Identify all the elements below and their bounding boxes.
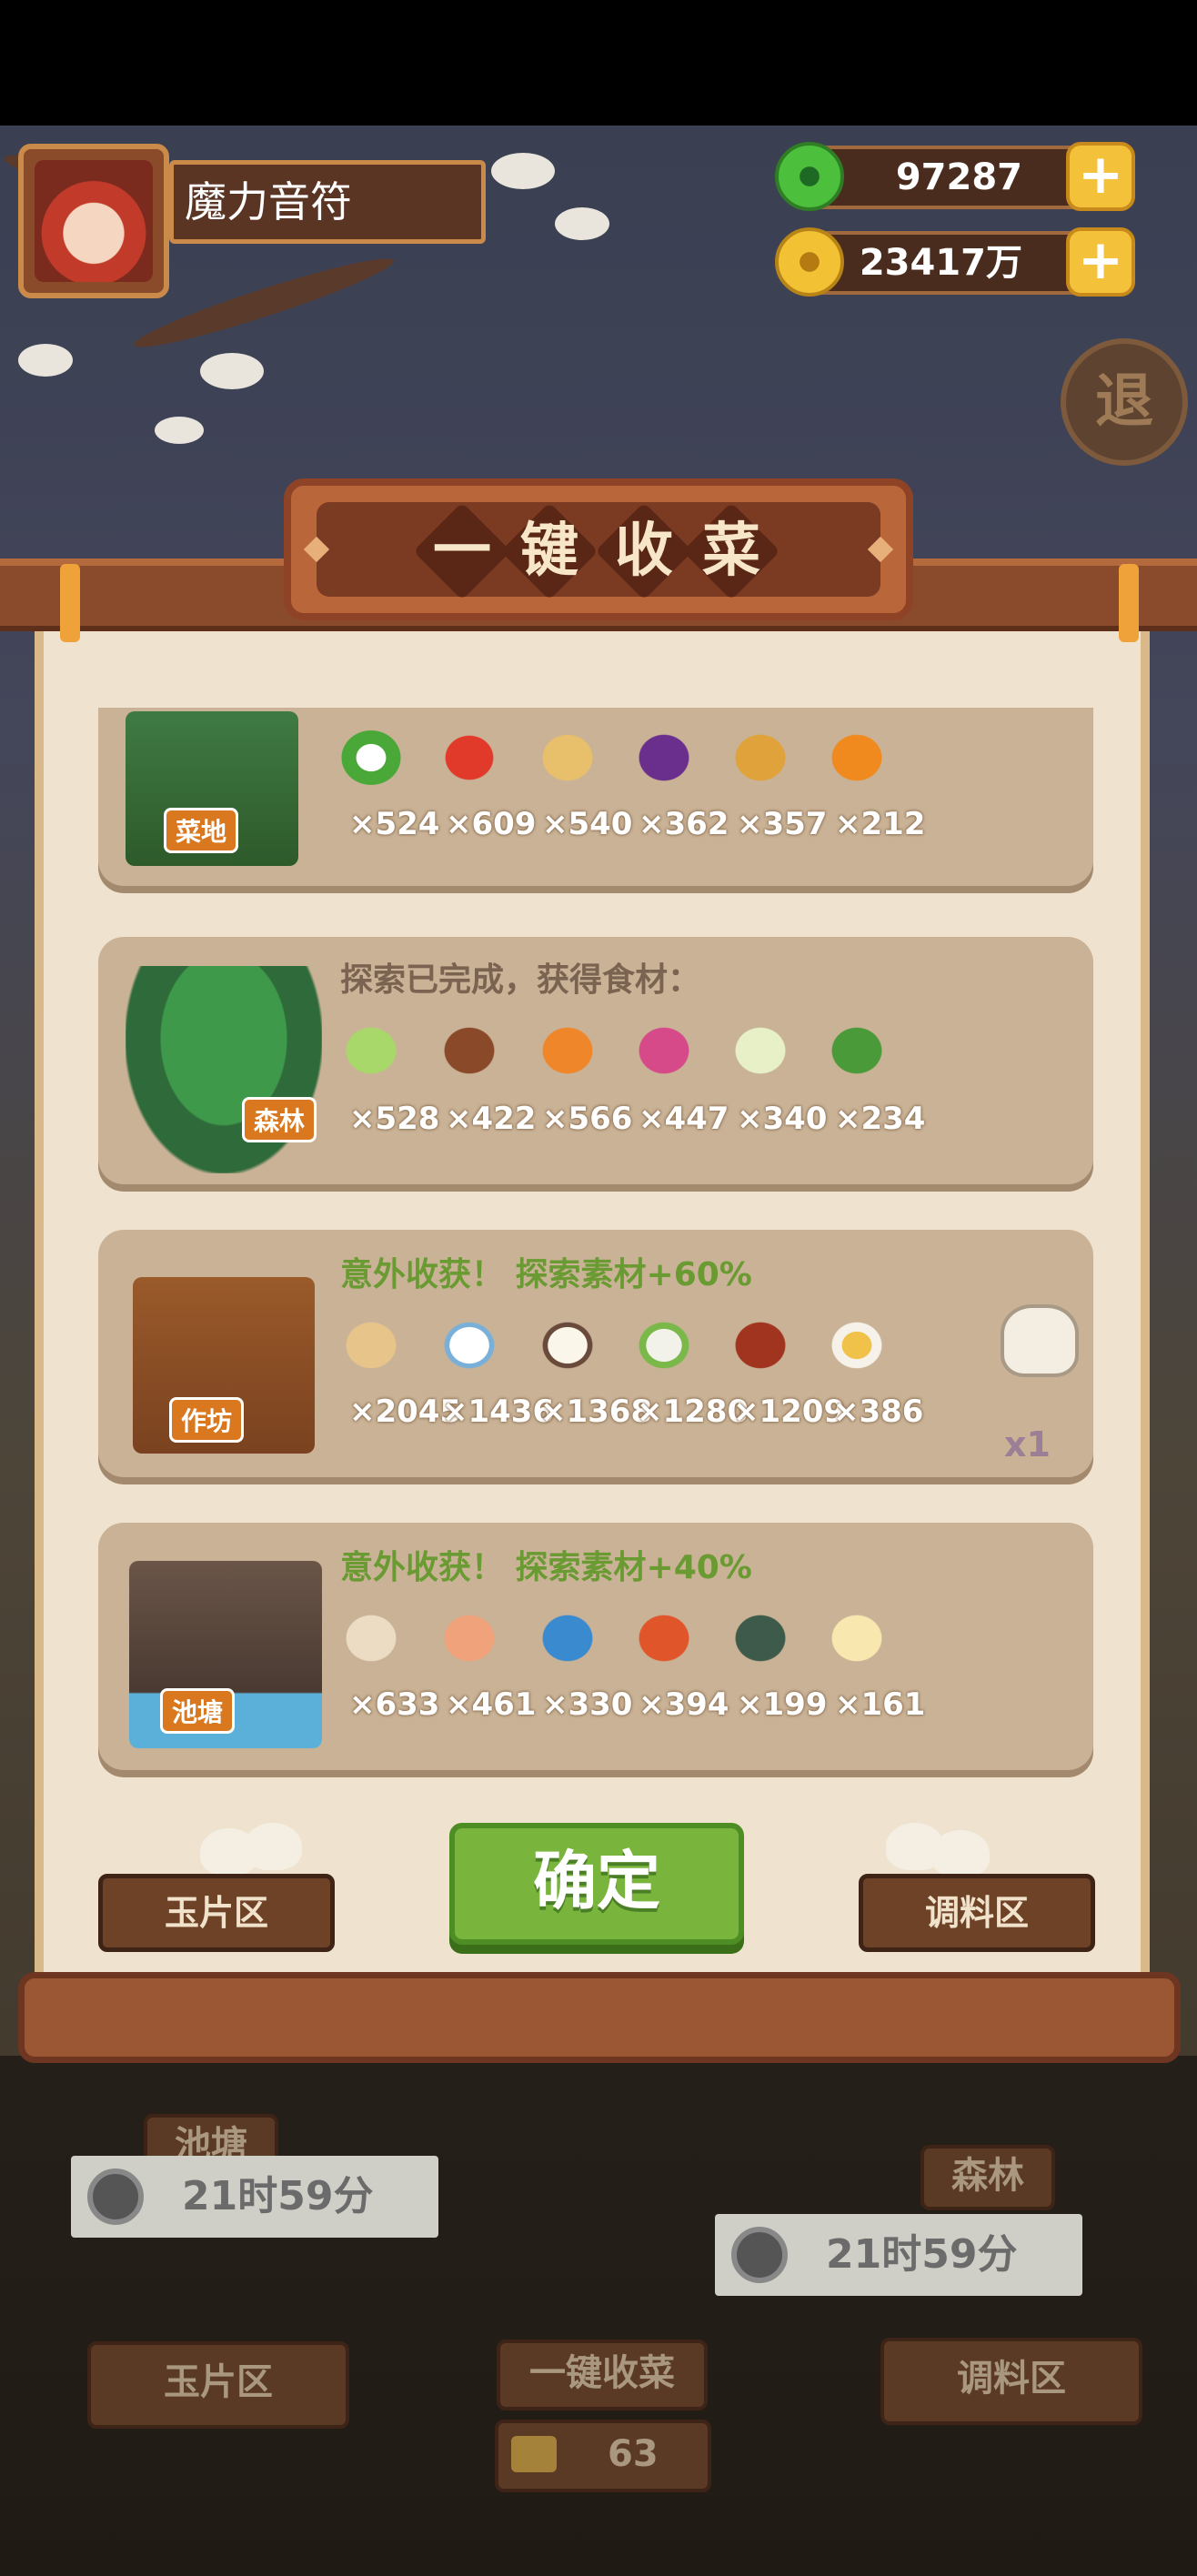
chili-pepper-icon — [435, 726, 504, 790]
rice-bowl-icon — [435, 1313, 504, 1377]
card-note-bonus: 意外收获！ 探索素材+40% — [340, 1549, 752, 1586]
chick-decoration — [244, 1823, 302, 1870]
clam-icon — [337, 1606, 406, 1670]
seasoning-area-sign-button[interactable]: 调料区 — [859, 1874, 1095, 1952]
panel-title-char: 键 — [500, 502, 598, 600]
panel-title-char: 收 — [595, 502, 693, 600]
item-count: ×528 — [349, 1101, 440, 1137]
location-tag: 菜地 — [164, 808, 239, 853]
item-count: ×199 — [737, 1686, 828, 1723]
bg-timer-right: 21时59分 — [715, 2214, 1082, 2296]
bg-left-sign[interactable]: 玉片区 — [87, 2341, 349, 2429]
shrimp-icon — [435, 1606, 504, 1670]
rice-ball-icon — [1001, 1304, 1079, 1377]
item-count: ×161 — [835, 1686, 926, 1723]
item-count: ×386 — [833, 1394, 924, 1430]
avatar-portrait — [35, 160, 153, 282]
gold-coin-icon — [775, 227, 844, 297]
card-note: 探索已完成，获得食材： — [340, 961, 701, 999]
harvest-card-workshop: 作坊 意外收获！ 探索素材+60% ×2045 ×1436 ×1368 ×128… — [98, 1230, 1093, 1477]
extra-item-count: x1 — [1004, 1424, 1051, 1464]
player-name: 魔力音符 — [169, 160, 486, 244]
item-count: ×633 — [349, 1686, 440, 1723]
rice-dish-icon — [629, 1313, 699, 1377]
herb-leaf-icon — [822, 1019, 891, 1082]
item-count: ×357 — [737, 806, 828, 842]
cabbage-icon — [337, 1019, 406, 1082]
wine-jar-icon — [726, 1313, 795, 1377]
gold-count: 23417万 — [859, 242, 1022, 284]
bg-forest-tag: 森林 — [920, 2145, 1055, 2210]
card-note-bonus: 意外收获！ 探索素材+60% — [340, 1256, 752, 1293]
item-count: ×422 — [446, 1101, 537, 1137]
fish-icon — [533, 1606, 602, 1670]
location-tag: 池塘 — [160, 1688, 236, 1734]
item-count: ×234 — [835, 1101, 926, 1137]
add-jade-button[interactable]: + — [1066, 142, 1135, 211]
bg-right-sign[interactable]: 调料区 — [880, 2338, 1142, 2425]
status-bar — [0, 0, 1197, 126]
tofu-icon — [533, 1313, 602, 1377]
add-gold-button[interactable]: + — [1066, 227, 1135, 297]
location-tag: 森林 — [242, 1097, 317, 1142]
pumpkin-icon — [822, 726, 891, 790]
chick-decoration — [931, 1830, 990, 1877]
harvest-card-pond: 池塘 意外收获！ 探索素材+40% ×633 ×461 ×330 ×394 ×1… — [98, 1523, 1093, 1770]
item-count: ×609 — [446, 806, 537, 842]
harvest-card-vegetable-field: 菜地 ×524 ×609 ×540 ×362 ×357 ×212 — [98, 708, 1093, 886]
rail-pin-right — [1119, 564, 1139, 642]
harvest-card-forest: 森林 探索已完成，获得食材： ×528 ×422 ×566 ×447 ×340 … — [98, 937, 1093, 1184]
potato-icon — [533, 726, 602, 790]
bg-harvest-sign[interactable]: 一键收菜 — [497, 2340, 708, 2410]
pineapple-icon — [726, 726, 795, 790]
item-count: ×362 — [639, 806, 729, 842]
panel-footer-board — [18, 1972, 1181, 2063]
item-count: ×1436 — [442, 1394, 555, 1430]
item-count: ×1209 — [733, 1394, 846, 1430]
fin-icon — [822, 1606, 891, 1670]
item-count: ×394 — [639, 1686, 729, 1723]
eggplant-icon — [629, 726, 699, 790]
jade-area-sign-button[interactable]: 玉片区 — [98, 1874, 335, 1952]
bg-timer-left: 21时59分 — [71, 2156, 438, 2238]
bamboo-shoot-icon — [726, 1019, 795, 1082]
sauce-boat-icon — [822, 1313, 891, 1377]
carrot-icon — [533, 1019, 602, 1082]
flour-sack-icon — [337, 1313, 406, 1377]
coupon-icon — [511, 2436, 557, 2472]
confirm-button[interactable]: 确定 — [449, 1823, 744, 1945]
clock-icon — [87, 2168, 144, 2225]
item-count: ×1280 — [637, 1394, 749, 1430]
item-count: ×540 — [542, 806, 633, 842]
radish-icon — [629, 1019, 699, 1082]
jade-count: 97287 — [895, 156, 1022, 198]
item-count: ×524 — [349, 806, 440, 842]
panel-title-char: 菜 — [682, 502, 780, 600]
crab-icon — [726, 1606, 795, 1670]
bg-counter: 63 — [495, 2420, 711, 2492]
item-count: ×447 — [639, 1101, 729, 1137]
item-count: ×461 — [446, 1686, 537, 1723]
exit-button[interactable]: 退 — [1061, 338, 1188, 466]
rail-pin-left — [60, 564, 80, 642]
item-count: ×212 — [835, 806, 926, 842]
item-count: ×1368 — [540, 1394, 653, 1430]
clock-icon — [731, 2227, 788, 2283]
jade-coin-icon — [775, 142, 844, 211]
panel-title-char: 一 — [413, 502, 511, 600]
item-count: ×330 — [542, 1686, 633, 1723]
green-onion-icon — [337, 726, 406, 790]
item-count: ×340 — [737, 1101, 828, 1137]
mushroom-icon — [435, 1019, 504, 1082]
location-tag: 作坊 — [169, 1397, 245, 1443]
meat-icon — [629, 1606, 699, 1670]
player-avatar[interactable] — [18, 144, 169, 298]
item-count: ×566 — [542, 1101, 633, 1137]
